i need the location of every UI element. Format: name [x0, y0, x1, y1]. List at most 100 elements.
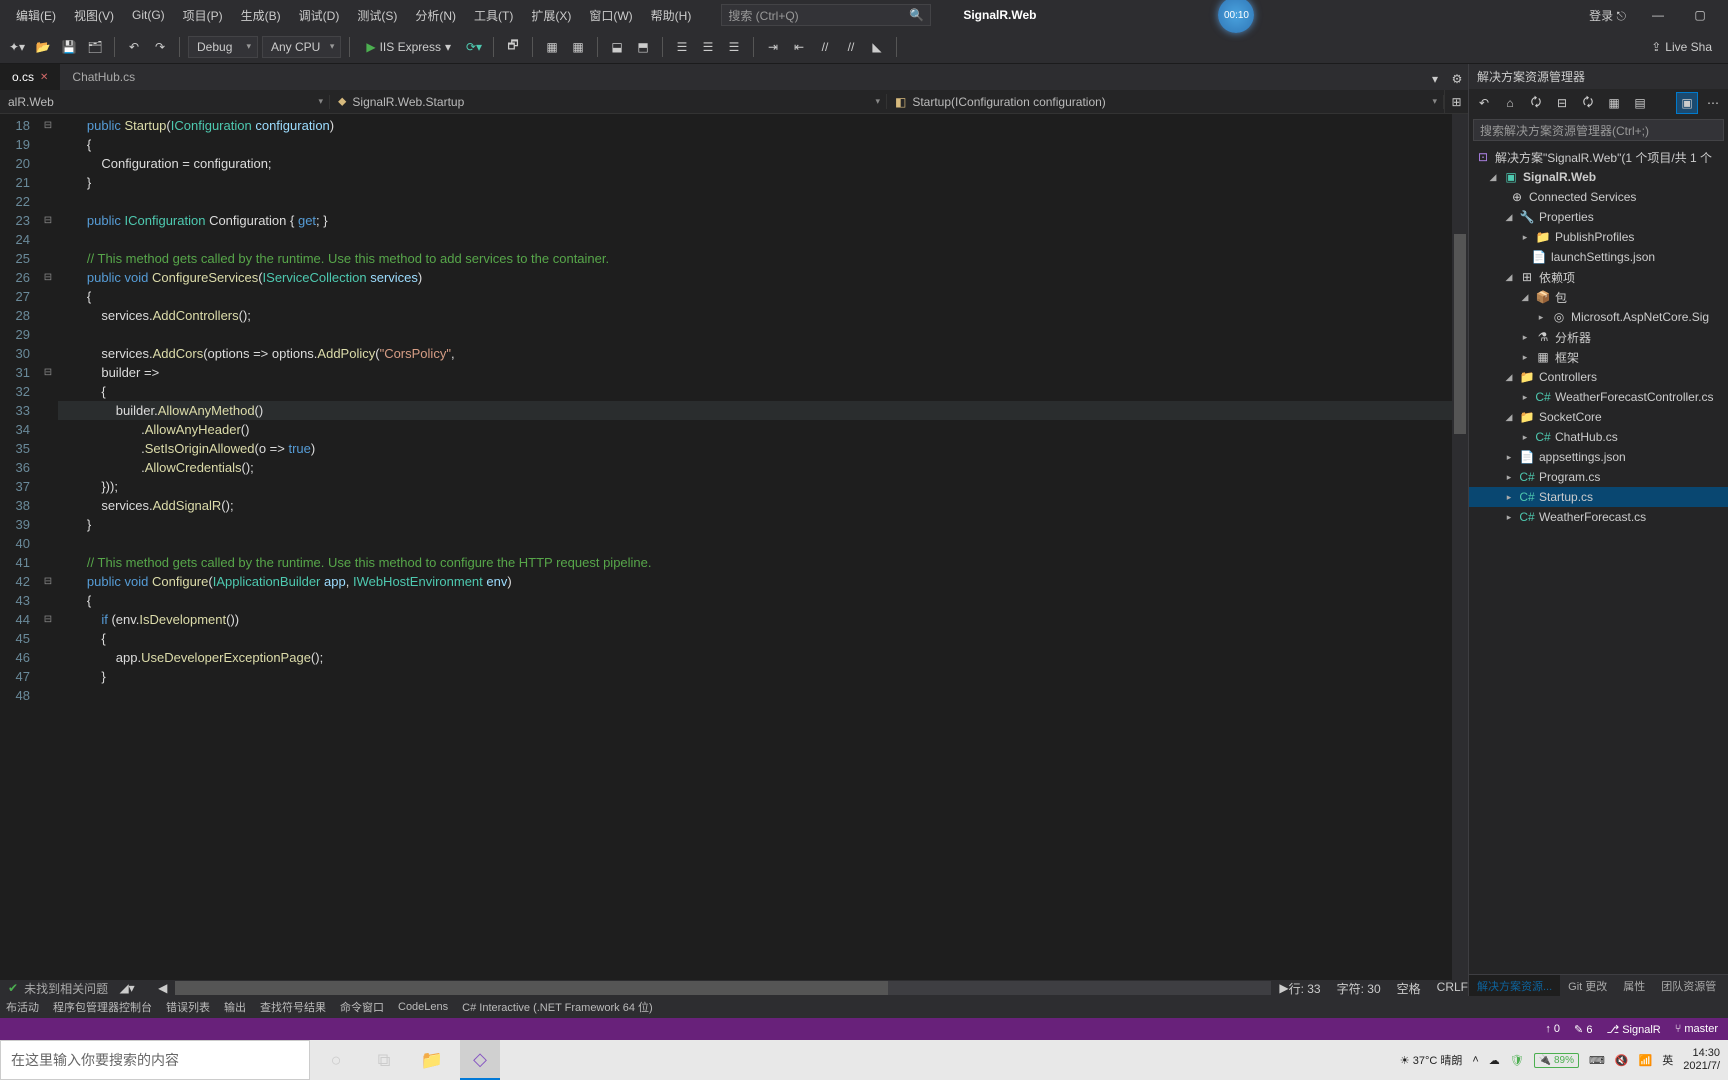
t7-icon[interactable]: ☰: [723, 36, 745, 58]
tab-active[interactable]: o.cs✕: [0, 64, 60, 90]
search-input[interactable]: 搜索 (Ctrl+Q) 🔍: [721, 4, 931, 26]
menu-help[interactable]: 帮助(H): [643, 3, 700, 28]
chevron-up-icon[interactable]: ˄: [1472, 1054, 1478, 1066]
tree-weatherctrl[interactable]: ▸C#WeatherForecastController.cs: [1469, 387, 1728, 407]
tree-packages[interactable]: ◢📦包: [1469, 287, 1728, 307]
ptab-pmc[interactable]: 程序包管理器控制台: [53, 999, 152, 1015]
t1-icon[interactable]: ▦: [541, 36, 563, 58]
tab-chathub[interactable]: ChatHub.cs: [60, 64, 147, 90]
onedrive-icon[interactable]: ☁: [1489, 1054, 1500, 1067]
props-icon[interactable]: ▤: [1629, 92, 1651, 114]
outdent-icon[interactable]: ⇤: [788, 36, 810, 58]
refresh-icon[interactable]: ⟳▾: [463, 36, 485, 58]
login-button[interactable]: 登录 ⎋: [1579, 3, 1636, 28]
split-icon[interactable]: ⊞: [1444, 90, 1468, 114]
ptab-cmd[interactable]: 命令窗口: [340, 999, 384, 1015]
hscroll-right-icon[interactable]: ▶: [1279, 981, 1288, 995]
menu-project[interactable]: 项目(P): [175, 3, 231, 28]
taskview-icon[interactable]: ⧉: [364, 1040, 404, 1080]
ptab-output[interactable]: 输出: [224, 999, 246, 1015]
tree-nuget[interactable]: ▸◎Microsoft.AspNetCore.Sig: [1469, 307, 1728, 327]
menu-edit[interactable]: 编辑(E): [8, 3, 64, 28]
menu-view[interactable]: 视图(V): [66, 3, 122, 28]
minimize-button[interactable]: —: [1638, 4, 1678, 26]
tree-publishprofiles[interactable]: ▸📁PublishProfiles: [1469, 227, 1728, 247]
t6-icon[interactable]: ☰: [697, 36, 719, 58]
tree-startup[interactable]: ▸C#Startup.cs: [1469, 487, 1728, 507]
save-icon[interactable]: 💾: [58, 36, 80, 58]
saveall-icon[interactable]: 🗂: [84, 36, 106, 58]
ptab-csi[interactable]: C# Interactive (.NET Framework 64 位): [462, 999, 653, 1015]
ptab-symbols[interactable]: 查找符号结果: [260, 999, 326, 1015]
cortana-icon[interactable]: ○: [316, 1040, 356, 1080]
ime-indicator[interactable]: 英: [1662, 1052, 1673, 1068]
tree-appsettings[interactable]: ▸📄appsettings.json: [1469, 447, 1728, 467]
battery-icon[interactable]: 🔌 89%: [1534, 1053, 1579, 1068]
status-branch[interactable]: ⑂ master: [1675, 1023, 1718, 1035]
soltab-props[interactable]: 属性: [1615, 975, 1653, 996]
status-space[interactable]: 空格: [1397, 980, 1421, 997]
undo-icon[interactable]: ↶: [123, 36, 145, 58]
nav-class[interactable]: ⬥SignalR.Web.Startup: [330, 94, 887, 109]
redo-icon[interactable]: ↷: [149, 36, 171, 58]
fold-column[interactable]: ⊟ ⊟ ⊟ ⊟ ⊟ ⊟: [38, 114, 58, 980]
t3-icon[interactable]: ⬓: [606, 36, 628, 58]
defender-icon[interactable]: 🛡: [1510, 1054, 1524, 1067]
more-icon[interactable]: ⋯: [1702, 92, 1724, 114]
vertical-scrollbar[interactable]: [1452, 114, 1468, 980]
nav-project[interactable]: alR.Web: [0, 95, 330, 109]
new-icon[interactable]: ✦▾: [6, 36, 28, 58]
tree-solution[interactable]: ⊡解决方案"SignalR.Web"(1 个项目/共 1 个: [1469, 147, 1728, 167]
t5-icon[interactable]: ☰: [671, 36, 693, 58]
tree-weather[interactable]: ▸C#WeatherForecast.cs: [1469, 507, 1728, 527]
close-icon[interactable]: ✕: [40, 72, 48, 83]
platform-combo[interactable]: Any CPU: [262, 36, 341, 58]
flag-icon[interactable]: ◢▾: [116, 977, 138, 999]
showall-icon[interactable]: ▦: [1603, 92, 1625, 114]
vs-taskbar-icon[interactable]: ◇: [460, 1040, 500, 1080]
menu-debug[interactable]: 调试(D): [291, 3, 348, 28]
horizontal-scrollbar[interactable]: [175, 981, 1271, 995]
preview-icon[interactable]: ▣: [1676, 92, 1698, 114]
browse-icon[interactable]: 🗗: [502, 36, 524, 58]
sync-icon[interactable]: 🗘: [1525, 92, 1547, 114]
taskbar-search[interactable]: 在这里输入你要搜索的内容: [0, 1040, 310, 1080]
tree-icon[interactable]: ⊟: [1551, 92, 1573, 114]
menu-window[interactable]: 窗口(W): [581, 3, 640, 28]
weather-widget[interactable]: ☀ 37°C 晴朗: [1400, 1052, 1463, 1068]
wifi-icon[interactable]: 📶: [1639, 1054, 1653, 1067]
tree-launchsettings[interactable]: 📄launchSettings.json: [1469, 247, 1728, 267]
status-lineend[interactable]: CRLF: [1437, 980, 1468, 997]
back-icon[interactable]: ↶: [1473, 92, 1495, 114]
tree-program[interactable]: ▸C#Program.cs: [1469, 467, 1728, 487]
uncomment-icon[interactable]: //: [840, 36, 862, 58]
issues-indicator[interactable]: ✔未找到相关问题: [0, 980, 116, 997]
ptab-activity[interactable]: 布活动: [6, 999, 39, 1015]
solution-search[interactable]: 搜索解决方案资源管理器(Ctrl+;): [1473, 119, 1724, 141]
config-combo[interactable]: Debug: [188, 36, 258, 58]
tree-project[interactable]: ◢▣SignalR.Web: [1469, 167, 1728, 187]
soltab-explorer[interactable]: 解决方案资源...: [1469, 975, 1560, 996]
refresh-icon[interactable]: 🗘: [1577, 92, 1599, 114]
code-editor[interactable]: public Startup(IConfiguration configurat…: [58, 114, 1452, 980]
ptab-errors[interactable]: 错误列表: [166, 999, 210, 1015]
ptab-codelens[interactable]: CodeLens: [398, 1001, 448, 1013]
tree-chathub[interactable]: ▸C#ChatHub.cs: [1469, 427, 1728, 447]
menu-test[interactable]: 测试(S): [349, 3, 405, 28]
t2-icon[interactable]: ▦: [567, 36, 589, 58]
bookmark-icon[interactable]: ◣: [866, 36, 888, 58]
liveshare-button[interactable]: ⇪Live Sha: [1641, 36, 1722, 58]
menu-analyze[interactable]: 分析(N): [407, 3, 464, 28]
tree-deps[interactable]: ◢⊞依赖项: [1469, 267, 1728, 287]
tree-framework[interactable]: ▸▦框架: [1469, 347, 1728, 367]
status-repo[interactable]: ⎇ SignalR: [1606, 1023, 1660, 1036]
soltab-git[interactable]: Git 更改: [1560, 975, 1615, 996]
clock[interactable]: 14:302021/7/: [1683, 1047, 1720, 1073]
soltab-team[interactable]: 团队资源管: [1653, 975, 1724, 996]
network-icon[interactable]: ⌨: [1589, 1054, 1605, 1067]
indent-icon[interactable]: ⇥: [762, 36, 784, 58]
status-upload[interactable]: ↑ 0: [1545, 1023, 1560, 1035]
nav-member[interactable]: ◧Startup(IConfiguration configuration): [887, 95, 1444, 109]
run-button[interactable]: ▶IIS Express▾: [358, 36, 459, 58]
tree-connected[interactable]: ⊕Connected Services: [1469, 187, 1728, 207]
